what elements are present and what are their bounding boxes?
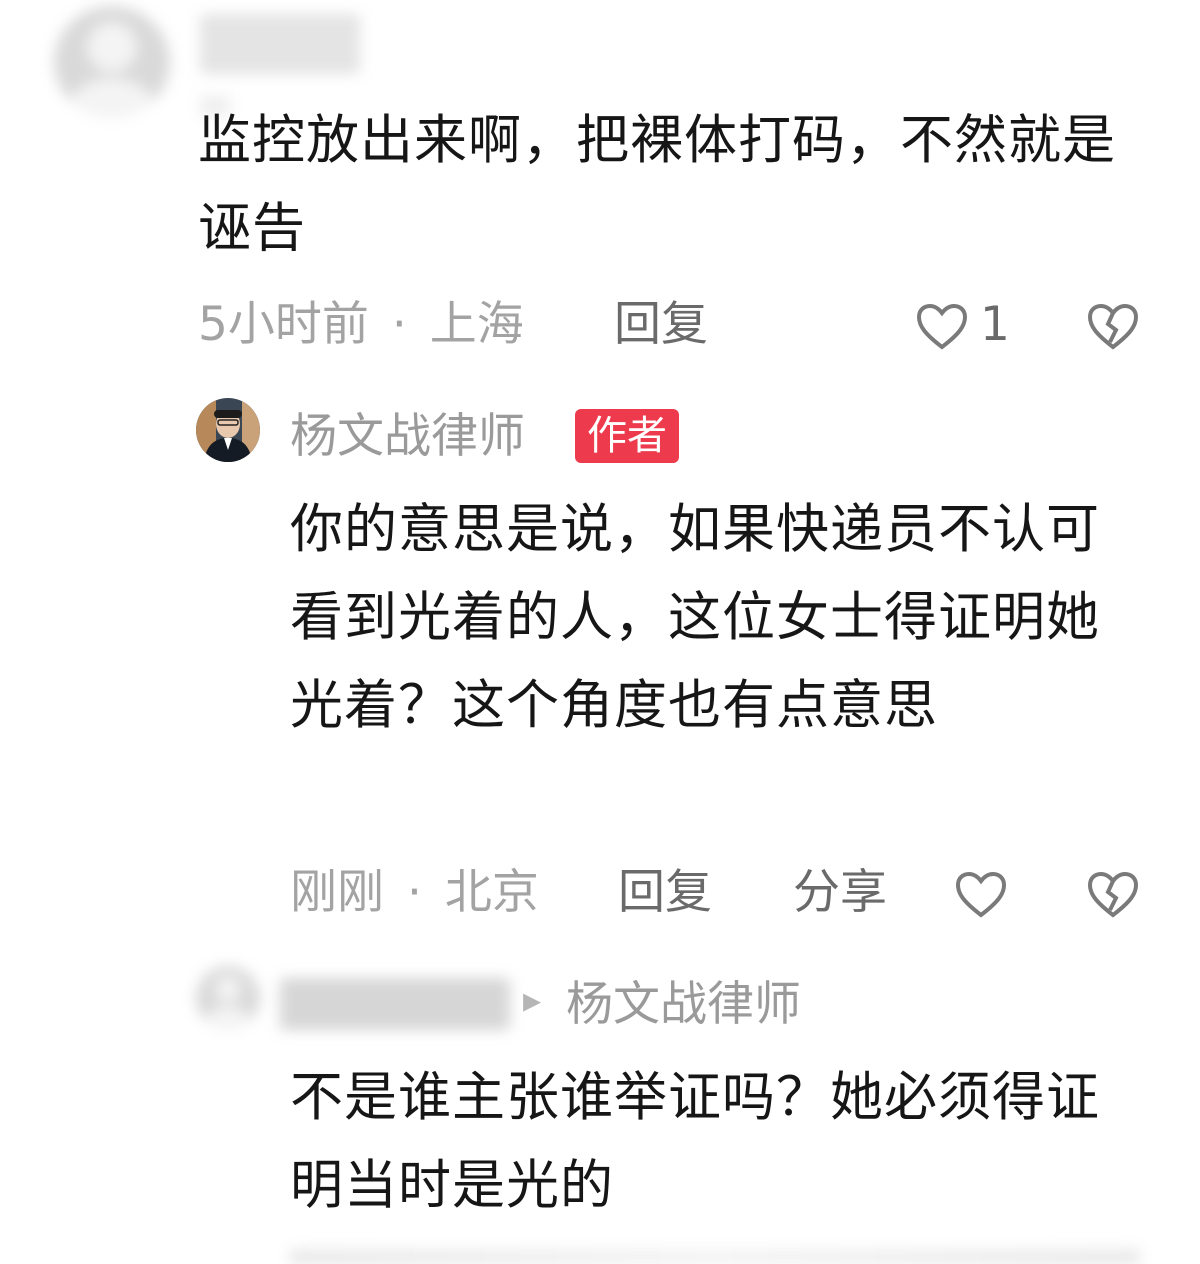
author-name[interactable]: 杨文战律师 [290, 413, 525, 460]
cut-off-meta-row [290, 1250, 1140, 1264]
comment-time: 5小时前 [198, 297, 369, 352]
reply-button[interactable]: 回复 [618, 869, 712, 916]
broken-heart-icon[interactable] [1086, 870, 1140, 920]
username-blurred[interactable] [280, 978, 510, 1030]
share-button[interactable]: 分享 [793, 869, 887, 916]
author-avatar[interactable] [196, 398, 260, 462]
broken-heart-icon[interactable] [1086, 302, 1140, 352]
heart-outline-icon[interactable] [954, 870, 1008, 920]
reply-avatar[interactable] [196, 966, 260, 1030]
heart-outline-icon[interactable] [915, 302, 969, 352]
like-count: 1 [980, 297, 1010, 352]
reply-button[interactable]: 回复 [614, 301, 708, 348]
comment-avatar[interactable] [54, 6, 170, 118]
meta-separator: · [391, 297, 407, 352]
comment-location: 上海 [429, 297, 524, 352]
reply-to-arrow: ▸ [523, 980, 542, 1021]
reply-text: 不是谁主张谁举证吗？她必须得证明当时是光的 [290, 1067, 1100, 1216]
comment-text: 监控放出来啊，把裸体打码，不然就是诬告 [198, 110, 1116, 259]
reply-location: 北京 [444, 865, 539, 920]
username-blurred[interactable] [200, 14, 360, 74]
reply-text: 你的意思是说，如果快递员不认可看到光着的人，这位女士得证明她光着？这个角度也有点… [290, 499, 1100, 736]
reply-meta: 刚刚 · 北京 [290, 869, 539, 916]
reply-time: 刚刚 [290, 865, 384, 920]
author-badge: 作者 [575, 409, 679, 463]
meta-separator: · [406, 865, 422, 920]
comment-meta: 5小时前 · 上海 [198, 301, 524, 348]
reply-to-name[interactable]: 杨文战律师 [566, 981, 801, 1028]
